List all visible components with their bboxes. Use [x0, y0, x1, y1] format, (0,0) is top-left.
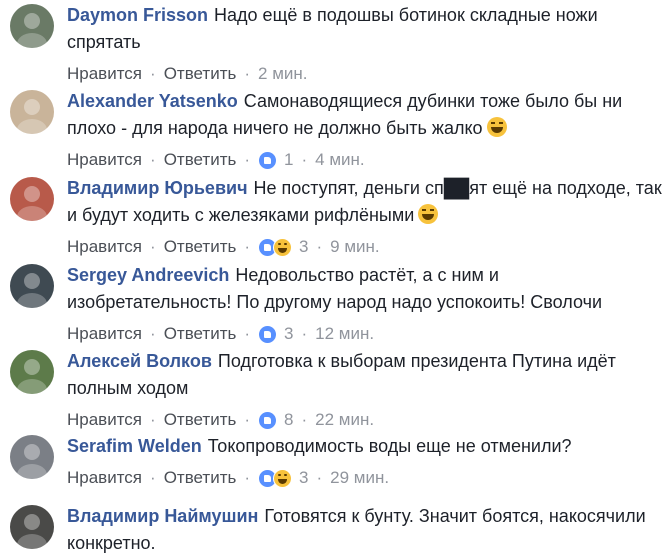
- comment-actions: Нравится · Ответить · 1 · 4 мин.: [67, 148, 667, 172]
- reaction-summary[interactable]: 3: [258, 235, 309, 259]
- separator: ·: [301, 150, 308, 169]
- separator: ·: [244, 150, 251, 169]
- separator: ·: [244, 410, 251, 429]
- reply-link[interactable]: Ответить: [164, 322, 237, 346]
- comment-text-block: Sergey Andreevich Недовольство растёт, а …: [67, 262, 667, 316]
- comment-actions: Нравится · Ответить · 3 · 29 мин.: [67, 466, 667, 490]
- comment-timestamp[interactable]: 29 мин.: [330, 466, 389, 490]
- like-link[interactable]: Нравится: [67, 235, 142, 259]
- reaction-count: 3: [284, 324, 294, 343]
- avatar[interactable]: [10, 264, 54, 308]
- avatar[interactable]: [10, 177, 54, 221]
- reaction-summary[interactable]: 8: [258, 408, 294, 432]
- reply-link[interactable]: Ответить: [164, 62, 237, 86]
- like-reaction-icon: [258, 150, 278, 170]
- separator: ·: [150, 468, 156, 487]
- laugh-tears-icon: [418, 204, 439, 224]
- comment-text-block: Alexander Yatsenko Самонаводящиеся дубинк…: [67, 88, 667, 142]
- separator: ·: [150, 410, 156, 429]
- comment-timestamp[interactable]: 9 мин.: [330, 235, 379, 259]
- reaction-count: 3: [299, 468, 309, 487]
- like-link[interactable]: Нравится: [67, 408, 142, 432]
- comment-list: Daymon Frisson Надо ещё в подошвы ботинок…: [0, 0, 671, 553]
- like-link[interactable]: Нравится: [67, 466, 142, 490]
- avatar[interactable]: [10, 90, 54, 134]
- comment-author[interactable]: Serafim Welden: [67, 436, 202, 456]
- comment-text-block: Daymon Frisson Надо ещё в подошвы ботинок…: [67, 2, 667, 56]
- comment-text-block: Serafim Welden Токопроводимость воды еще …: [67, 433, 667, 460]
- comment-actions: Нравится · Ответить · 2 мин.: [67, 62, 667, 86]
- reaction-summary[interactable]: 3: [258, 322, 294, 346]
- reaction-summary[interactable]: 1: [258, 148, 294, 172]
- comment-text-block: Алексей Волков Подготовка к выборам прези…: [67, 348, 667, 402]
- comment-author[interactable]: Alexander Yatsenko: [67, 91, 238, 111]
- comment-timestamp[interactable]: 12 мин.: [315, 322, 374, 346]
- separator: ·: [150, 237, 156, 256]
- separator: ·: [316, 468, 323, 487]
- separator: ·: [150, 64, 156, 83]
- reply-link[interactable]: Ответить: [164, 235, 237, 259]
- comment-text-block: Владимир Наймушин Готовятся к бунту. Знач…: [67, 503, 667, 557]
- reaction-summary[interactable]: 3: [258, 466, 309, 490]
- separator: ·: [301, 410, 308, 429]
- haha-reaction-icon: [273, 237, 293, 257]
- separator: ·: [244, 324, 251, 343]
- separator: ·: [150, 150, 156, 169]
- avatar[interactable]: [10, 350, 54, 394]
- separator: ·: [316, 237, 323, 256]
- haha-reaction-icon: [273, 468, 293, 488]
- comment-author[interactable]: Владимир Наймушин: [67, 506, 258, 526]
- comment-timestamp[interactable]: 4 мин.: [315, 148, 364, 172]
- separator: ·: [244, 237, 251, 256]
- like-reaction-icon: [258, 324, 278, 344]
- like-link[interactable]: Нравится: [67, 148, 142, 172]
- comment-timestamp[interactable]: 22 мин.: [315, 408, 374, 432]
- like-link[interactable]: Нравится: [67, 62, 142, 86]
- comment-actions: Нравится · Ответить · 3 · 12 мин.: [67, 322, 667, 346]
- reaction-count: 8: [284, 410, 294, 429]
- comment-actions: Нравится · Ответить · 8 · 22 мин.: [67, 408, 667, 432]
- comment-text-block: Владимир Юрьевич Не поступят, деньги сп██…: [67, 175, 667, 229]
- comment-author[interactable]: Алексей Волков: [67, 351, 212, 371]
- laugh-tears-icon: [486, 117, 507, 137]
- comment-timestamp[interactable]: 2 мин.: [258, 62, 307, 86]
- avatar[interactable]: [10, 435, 54, 479]
- reaction-count: 1: [284, 150, 294, 169]
- comment-text: Токопроводимость воды еще не отменили?: [207, 436, 572, 456]
- avatar[interactable]: [10, 505, 54, 549]
- comment-actions: Нравится · Ответить · 3 · 9 мин.: [67, 235, 667, 259]
- separator: ·: [244, 64, 251, 83]
- reply-link[interactable]: Ответить: [164, 466, 237, 490]
- comment-author[interactable]: Daymon Frisson: [67, 5, 208, 25]
- like-link[interactable]: Нравится: [67, 322, 142, 346]
- separator: ·: [301, 324, 308, 343]
- separator: ·: [244, 468, 251, 487]
- reply-link[interactable]: Ответить: [164, 148, 237, 172]
- comment-author[interactable]: Sergey Andreevich: [67, 265, 229, 285]
- comment-author[interactable]: Владимир Юрьевич: [67, 178, 248, 198]
- reply-link[interactable]: Ответить: [164, 408, 237, 432]
- avatar[interactable]: [10, 4, 54, 48]
- reaction-count: 3: [299, 237, 309, 256]
- separator: ·: [150, 324, 156, 343]
- like-reaction-icon: [258, 410, 278, 430]
